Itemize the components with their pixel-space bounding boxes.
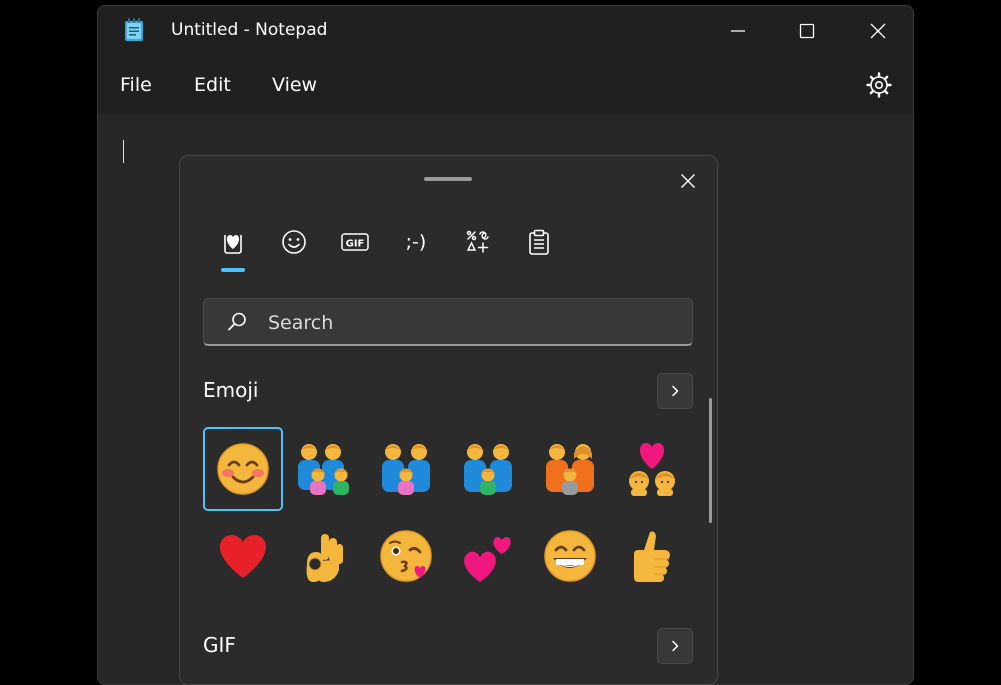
close-icon (870, 23, 886, 39)
minimize-icon (731, 30, 745, 32)
title-bar[interactable]: Untitled - Notepad (98, 6, 913, 56)
emoji-see-more-button[interactable] (657, 373, 693, 409)
emoji-grinning-face-with-smiling-eyes[interactable] (530, 514, 610, 598)
chevron-right-icon (672, 385, 679, 397)
thumbs-up-icon (634, 531, 670, 582)
emoji-family-man-woman-girl[interactable] (530, 427, 610, 511)
section-title-gif: GIF (203, 633, 236, 657)
emoji-red-heart[interactable] (203, 514, 283, 598)
maximize-button[interactable] (792, 16, 822, 46)
gif-icon: GIF (341, 233, 369, 251)
maximize-icon (799, 23, 815, 39)
emoji-face-blowing-a-kiss[interactable] (366, 514, 446, 598)
emoji-panel: GIF ;-) Search Emoji GIF (179, 155, 718, 685)
vertical-scrollbar[interactable] (709, 398, 712, 523)
chevron-right-icon (672, 640, 679, 652)
ok-hand-icon (306, 534, 343, 582)
grinning-face-with-smiling-eyes-icon (544, 530, 596, 582)
menu-file[interactable]: File (120, 72, 152, 98)
tab-symbols[interactable] (459, 226, 497, 258)
menu-edit[interactable]: Edit (194, 72, 231, 98)
text-caret (123, 140, 124, 163)
red-heart-icon (219, 534, 267, 578)
tab-clipboard[interactable] (520, 226, 558, 258)
clipboard-icon (529, 229, 549, 255)
tab-emoji[interactable] (275, 226, 313, 258)
search-input[interactable] (266, 308, 670, 338)
emoji-family-man-man-girl-boy[interactable] (284, 427, 364, 511)
emoji-ok-hand[interactable] (284, 514, 364, 598)
gear-icon[interactable] (865, 71, 893, 99)
symbols-icon (466, 230, 489, 253)
family-man-man-girl-icon (382, 444, 430, 495)
window-title: Untitled - Notepad (171, 20, 328, 40)
emoji-smiling-face-with-smiling-eyes[interactable] (203, 427, 283, 511)
svg-text:GIF: GIF (346, 239, 365, 250)
family-man-man-girl-boy-icon (298, 444, 349, 495)
panel-close-button[interactable] (675, 168, 701, 194)
emoji-family-man-man-boy[interactable] (448, 427, 528, 511)
menu-bar: File Edit View (98, 58, 913, 114)
family-man-man-boy-icon (464, 444, 512, 495)
emoji-family-man-man-girl[interactable] (366, 427, 446, 511)
close-icon (681, 174, 695, 188)
tab-selected-indicator (221, 268, 245, 272)
heart-clipboard-icon (224, 235, 242, 254)
emoji-thumbs-up[interactable] (612, 514, 692, 598)
smiley-icon (282, 230, 306, 254)
drag-handle[interactable] (424, 177, 472, 181)
kaomoji-icon: ;-) (405, 231, 427, 253)
notepad-icon (125, 18, 143, 41)
search-icon (228, 312, 246, 331)
search-box[interactable] (203, 298, 693, 346)
two-hearts-icon (464, 536, 511, 582)
close-button[interactable] (863, 16, 893, 46)
tab-gif[interactable]: GIF (336, 226, 374, 258)
tab-kaomoji[interactable]: ;-) (397, 226, 435, 258)
emoji-couple-with-heart[interactable] (612, 427, 692, 511)
section-title-emoji: Emoji (203, 378, 259, 402)
menu-view[interactable]: View (272, 72, 317, 98)
family-man-woman-girl-icon (546, 444, 594, 495)
minimize-button[interactable] (723, 16, 753, 46)
face-blowing-a-kiss-icon (380, 530, 432, 582)
couple-with-heart-icon (629, 443, 675, 496)
smiling-face-with-smiling-eyes-icon (217, 443, 269, 495)
emoji-two-hearts[interactable] (448, 514, 528, 598)
tab-recently-used[interactable] (214, 226, 252, 258)
gif-see-more-button[interactable] (657, 628, 693, 664)
